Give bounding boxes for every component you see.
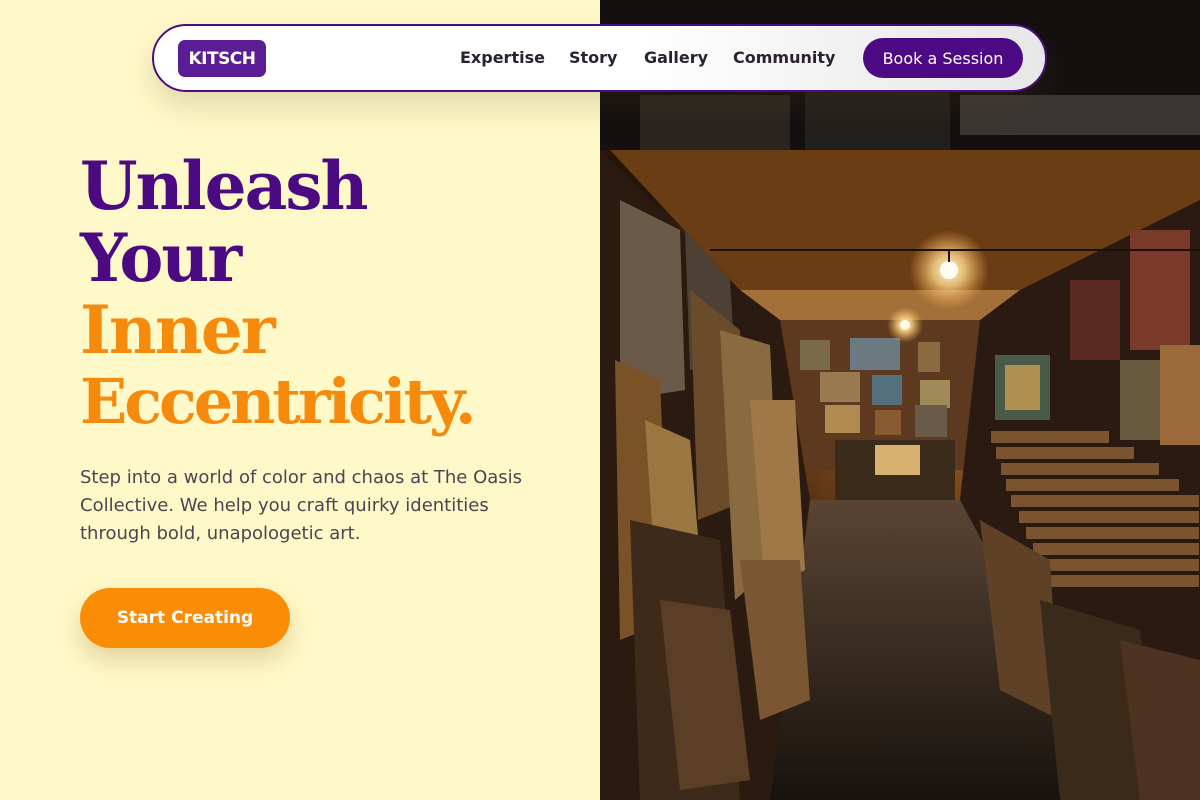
- headline-line-1: Unleash: [80, 147, 369, 225]
- nav-link-gallery[interactable]: Gallery: [644, 48, 708, 67]
- brand-logo[interactable]: KITSCH: [178, 40, 266, 77]
- hero-left-panel: Unleash Your Inner Eccentricity. Step in…: [0, 0, 600, 800]
- book-session-button[interactable]: Book a Session: [863, 38, 1023, 78]
- start-creating-button[interactable]: Start Creating: [80, 588, 290, 648]
- top-navbar: KITSCH Expertise Story Gallery Community…: [152, 24, 1047, 92]
- nav-link-story[interactable]: Story: [569, 48, 617, 67]
- hero-headline: Unleash Your Inner Eccentricity.: [80, 150, 600, 438]
- art-gallery-photo: [600, 0, 1200, 800]
- nav-link-expertise[interactable]: Expertise: [460, 48, 545, 67]
- headline-line-3: Inner: [80, 291, 276, 369]
- hero-image: [600, 0, 1200, 800]
- headline-line-4: Eccentricity.: [80, 365, 477, 438]
- headline-line-2: Your: [80, 219, 242, 297]
- nav-link-community[interactable]: Community: [733, 48, 835, 67]
- hero-subtext: Step into a world of color and chaos at …: [80, 467, 523, 544]
